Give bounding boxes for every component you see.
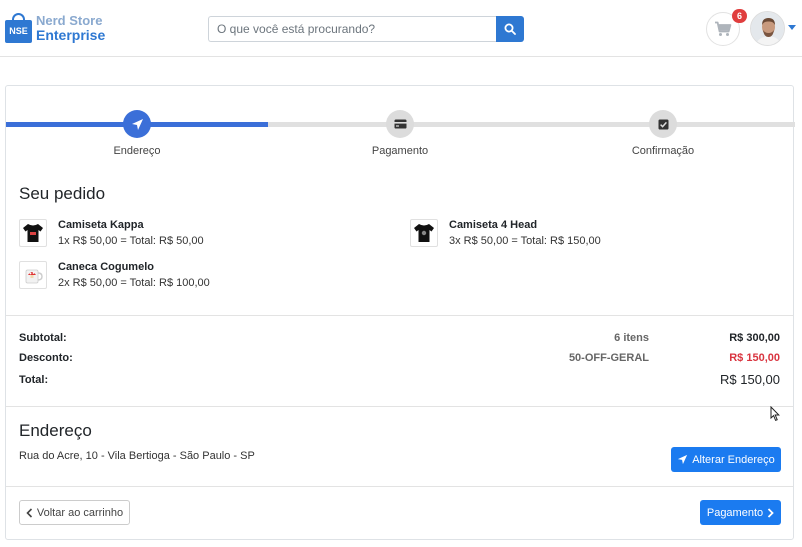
check-square-icon: [658, 119, 668, 129]
back-to-cart-button[interactable]: Voltar ao carrinho: [19, 500, 130, 525]
credit-card-icon: [394, 119, 406, 129]
divider: [6, 486, 793, 487]
step-confirmacao[interactable]: [649, 110, 677, 138]
discount-value: R$ 150,00: [729, 352, 780, 364]
total-value: R$ 150,00: [720, 372, 780, 387]
chevron-left-icon: [26, 507, 32, 518]
subtotal-items: 6 itens: [614, 332, 649, 344]
chevron-down-icon[interactable]: [788, 25, 796, 30]
search-icon: [504, 23, 516, 35]
item-detail: 3x R$ 50,00 = Total: R$ 150,00: [449, 235, 601, 247]
item-name: Caneca Cogumelo: [58, 261, 154, 273]
item-detail: 2x R$ 50,00 = Total: R$ 100,00: [58, 277, 210, 289]
mouse-pointer-icon: [770, 406, 780, 422]
top-navbar: NSE Nerd Store Enterprise 6: [0, 0, 802, 57]
step-label-endereco: Endereço: [113, 145, 161, 157]
shopping-cart-icon: [715, 21, 732, 36]
product-image-tshirt: [19, 219, 47, 247]
divider: [6, 406, 793, 407]
order-item: Camiseta 4 Head 3x R$ 50,00 = Total: R$ …: [410, 219, 601, 248]
step-label-pagamento: Pagamento: [371, 145, 429, 157]
paper-plane-icon: [131, 118, 143, 130]
item-name: Camiseta 4 Head: [449, 219, 538, 231]
checkout-card: Endereço Pagamento Confirmação Seu pedid…: [5, 85, 795, 540]
store-logo[interactable]: NSE Nerd Store Enterprise: [5, 13, 105, 43]
discount-label: Desconto:: [19, 352, 73, 364]
order-title: Seu pedido: [19, 184, 106, 203]
logo-line-2: Enterprise: [36, 27, 106, 43]
shopping-bag-icon: NSE: [5, 13, 32, 43]
item-name: Camiseta Kappa: [58, 219, 144, 231]
cart-count-badge: 6: [732, 9, 747, 23]
paper-plane-icon: [678, 454, 688, 465]
search-button[interactable]: [496, 16, 524, 42]
change-address-button[interactable]: Alterar Endereço: [671, 447, 781, 472]
item-detail: 1x R$ 50,00 = Total: R$ 50,00: [58, 235, 204, 247]
chevron-right-icon: [767, 507, 774, 518]
step-pagamento[interactable]: [386, 110, 414, 138]
subtotal-value: R$ 300,00: [729, 332, 780, 344]
subtotal-label: Subtotal:: [19, 332, 67, 344]
order-item: Camiseta Kappa 1x R$ 50,00 = Total: R$ 5…: [19, 219, 204, 248]
product-image-mug: [19, 261, 47, 289]
payment-next-button[interactable]: Pagamento: [700, 500, 781, 525]
order-item: Caneca Cogumelo 2x R$ 50,00 = Total: R$ …: [19, 261, 210, 290]
divider: [6, 315, 793, 316]
product-image-tshirt: [410, 219, 438, 247]
logo-line-1: Nerd Store: [36, 13, 103, 28]
user-avatar[interactable]: [750, 11, 785, 46]
search-input[interactable]: [208, 16, 496, 42]
stepper-progress-pending: [268, 122, 795, 127]
search-bar: [208, 16, 524, 42]
step-endereco[interactable]: [123, 110, 151, 138]
step-label-confirmacao: Confirmação: [631, 145, 695, 157]
total-label: Total:: [19, 374, 49, 386]
discount-code: 50-OFF-GERAL: [568, 352, 649, 364]
address-text: Rua do Acre, 10 - Vila Bertioga - São Pa…: [19, 450, 255, 462]
address-title: Endereço: [19, 421, 92, 440]
